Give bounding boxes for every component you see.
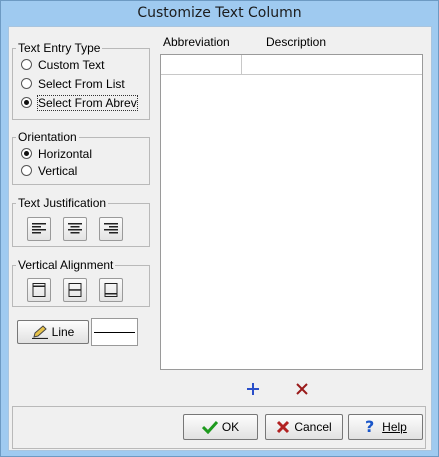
- vertical-alignment-group: Vertical Alignment: [12, 259, 150, 307]
- column-header-abbreviation[interactable]: Abbreviation: [163, 35, 230, 49]
- help-label: Help: [382, 420, 407, 434]
- dialog-client-area: Text Entry Type Custom Text Select From …: [8, 26, 432, 451]
- help-button[interactable]: ? Help: [348, 414, 423, 440]
- align-middle-icon: [68, 283, 82, 297]
- orientation-legend: Orientation: [18, 130, 77, 144]
- table-cell-abbreviation[interactable]: [161, 55, 242, 75]
- line-style-button[interactable]: Line: [17, 320, 89, 344]
- vertical-alignment-legend: Vertical Alignment: [18, 258, 114, 272]
- radio-dot-selected: [21, 148, 32, 159]
- justify-left-button[interactable]: [27, 217, 51, 241]
- table-cell-description[interactable]: [242, 55, 422, 75]
- ok-label: OK: [221, 420, 240, 434]
- align-bottom-icon: [104, 283, 118, 297]
- align-right-icon: [104, 223, 118, 234]
- delete-x-icon: [296, 383, 308, 395]
- valign-middle-button[interactable]: [63, 278, 87, 302]
- ok-button[interactable]: OK: [183, 414, 258, 440]
- delete-row-button[interactable]: [294, 381, 310, 397]
- radio-dot: [21, 78, 32, 89]
- cancel-x-icon: [277, 420, 290, 434]
- cancel-button[interactable]: Cancel: [265, 414, 343, 440]
- valign-top-button[interactable]: [27, 278, 51, 302]
- align-top-icon: [32, 283, 46, 297]
- align-left-icon: [32, 223, 46, 234]
- line-preview: [91, 318, 138, 346]
- text-entry-type-group: Text Entry Type Custom Text Select From …: [12, 42, 150, 120]
- cancel-label: Cancel: [294, 420, 332, 434]
- align-center-icon: [68, 223, 82, 234]
- radio-horizontal[interactable]: Horizontal: [21, 146, 92, 162]
- orientation-group: Orientation Horizontal Vertical: [12, 131, 150, 185]
- help-question-icon: ?: [365, 417, 374, 436]
- text-justification-group: Text Justification: [12, 197, 150, 247]
- radio-dot: [21, 165, 32, 176]
- line-button-label: Line: [51, 325, 75, 339]
- justify-center-button[interactable]: [63, 217, 87, 241]
- add-row-button[interactable]: [245, 381, 261, 397]
- window-title: Customize Text Column: [137, 5, 302, 21]
- pencil-icon: [31, 325, 48, 340]
- justify-right-button[interactable]: [99, 217, 123, 241]
- checkmark-icon: [201, 420, 218, 435]
- line-preview-stroke: [94, 332, 135, 333]
- abbreviation-table[interactable]: [160, 54, 423, 370]
- text-entry-type-legend: Text Entry Type: [18, 41, 101, 55]
- radio-dot: [21, 59, 32, 70]
- plus-icon: [247, 383, 259, 395]
- svg-text:?: ?: [365, 418, 374, 434]
- dialog-window: Customize Text Column Text Entry Type Cu…: [0, 0, 439, 457]
- radio-custom-text[interactable]: Custom Text: [21, 57, 104, 73]
- radio-dot-selected: [21, 97, 32, 108]
- column-header-description[interactable]: Description: [266, 35, 326, 49]
- radio-select-from-abrev[interactable]: Select From Abrev: [21, 95, 138, 111]
- radio-select-from-list[interactable]: Select From List: [21, 76, 125, 92]
- radio-vertical[interactable]: Vertical: [21, 163, 77, 179]
- valign-bottom-button[interactable]: [99, 278, 123, 302]
- text-justification-legend: Text Justification: [18, 196, 107, 210]
